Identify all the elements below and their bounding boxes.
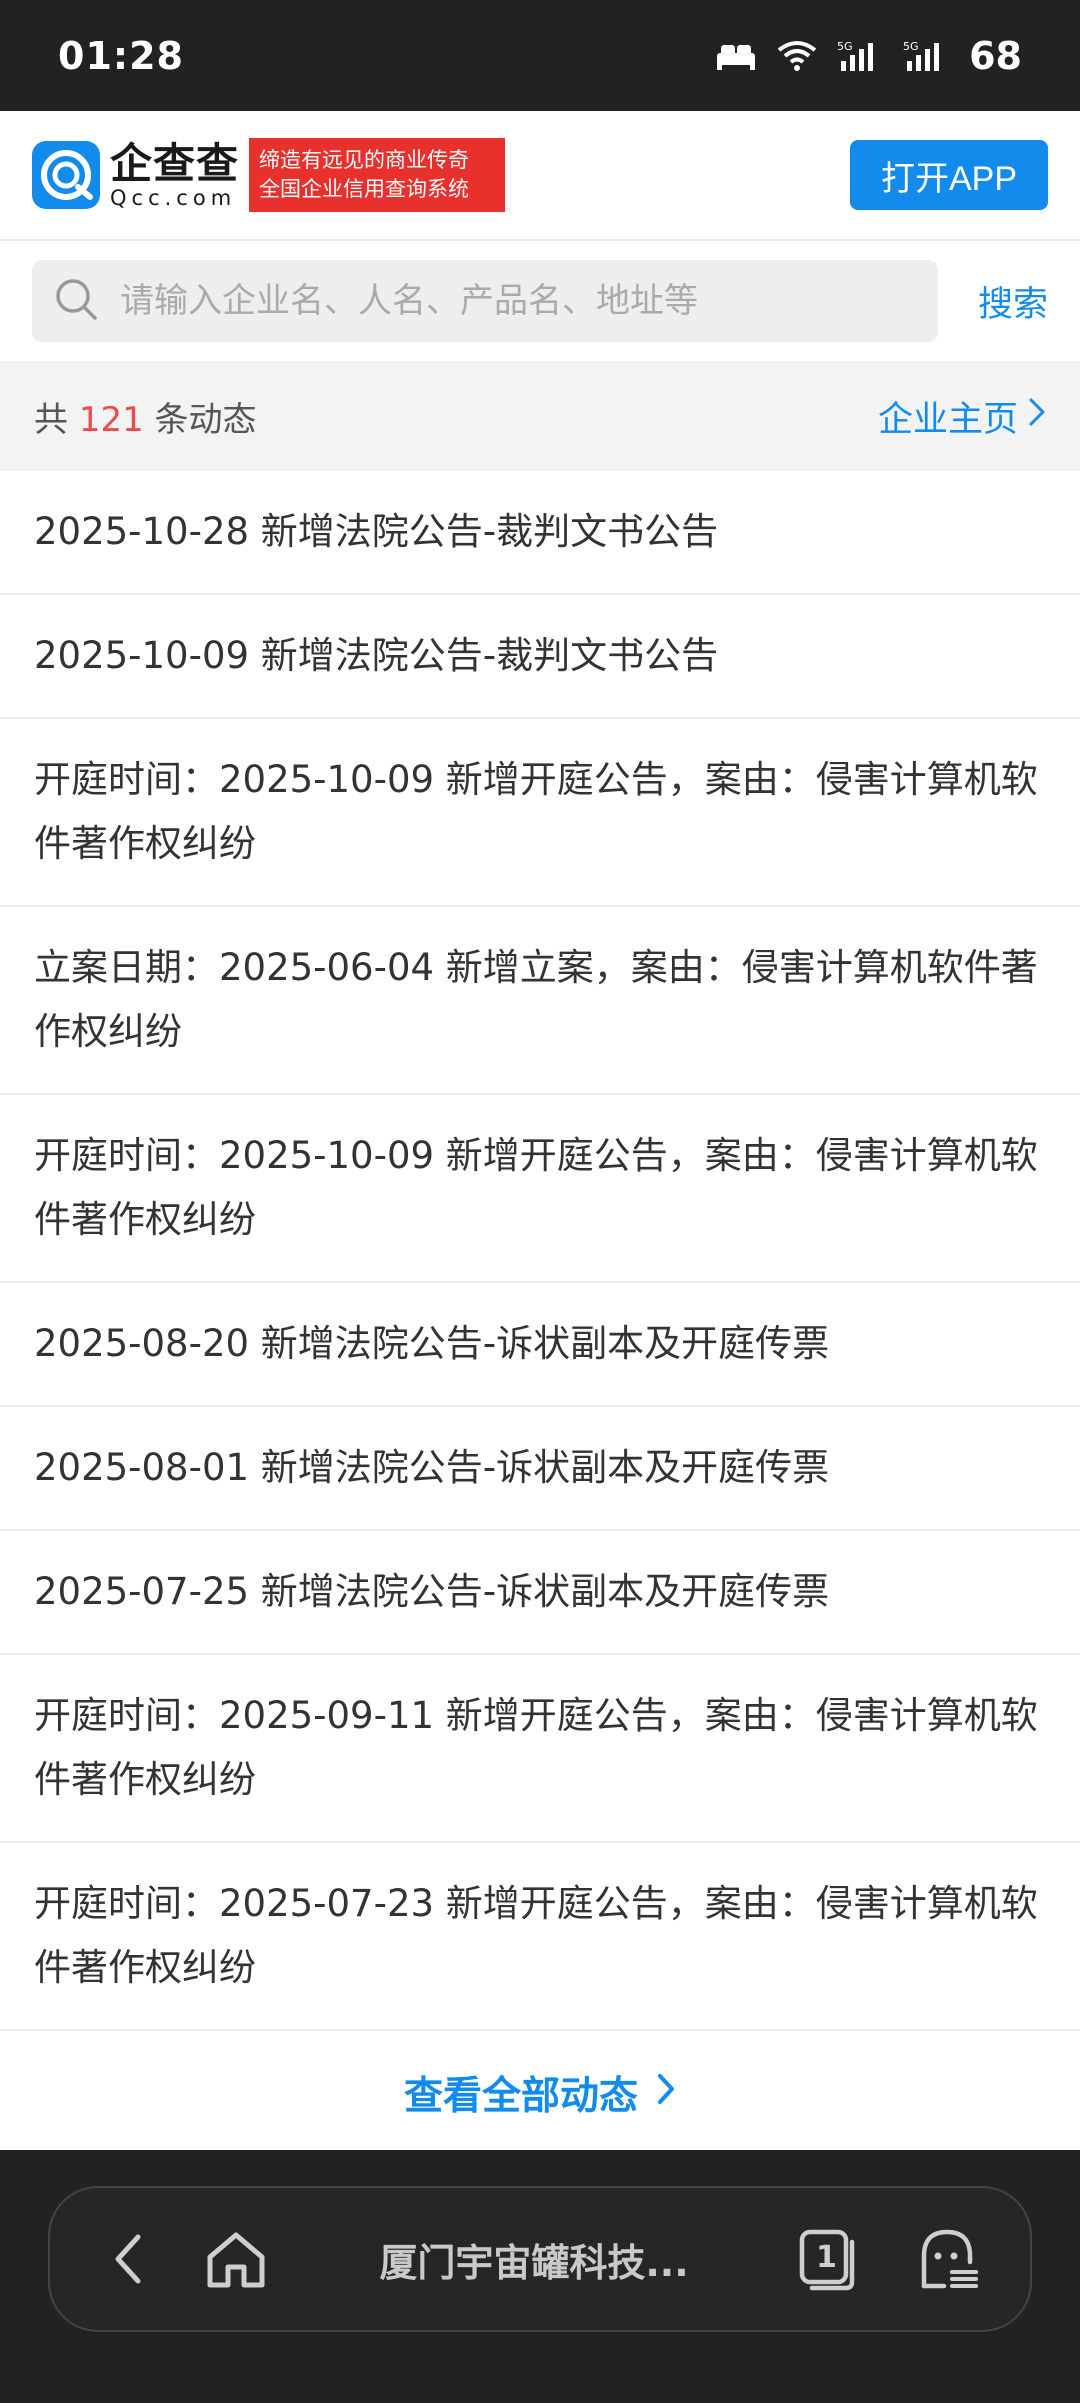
summary-prefix: 共 (34, 399, 68, 440)
battery-level: 68 (969, 33, 1022, 78)
menu-icon[interactable] (912, 2226, 982, 2292)
status-bar: 01:28 5G 5G 68 (0, 0, 1080, 111)
view-all-activity-link[interactable]: 查看全部动态 (0, 2036, 1080, 2150)
company-homepage-link[interactable]: 企业主页 (878, 391, 1046, 442)
list-item[interactable]: 开庭时间：2025-10-09 新增开庭公告，案由：侵害计算机软件著作权纠纷 (0, 1095, 1080, 1283)
list-item-text: 开庭时间：2025-10-09 新增开庭公告，案由：侵害计算机软件著作权纠纷 (34, 1134, 1038, 1241)
status-time: 01:28 (58, 33, 184, 78)
qcc-logo-icon[interactable] (32, 141, 100, 209)
summary-suffix: 条动态 (154, 399, 257, 440)
search-input[interactable] (120, 271, 916, 331)
signal-5g-icon: 5G (903, 39, 949, 73)
bed-icon (715, 41, 757, 71)
back-icon[interactable] (98, 2231, 158, 2287)
tabs-icon[interactable]: 1 (792, 2226, 862, 2292)
home-icon[interactable] (196, 2229, 276, 2289)
browser-toolbar: 厦门宇宙罐科技... 1 (48, 2186, 1032, 2332)
company-homepage-label: 企业主页 (877, 399, 1018, 440)
search-button[interactable]: 搜索 (978, 276, 1048, 327)
list-item[interactable]: 开庭时间：2025-10-09 新增开庭公告，案由：侵害计算机软件著作权纠纷 (0, 719, 1080, 907)
list-item-text: 开庭时间：2025-10-09 新增开庭公告，案由：侵害计算机软件著作权纠纷 (34, 758, 1038, 865)
slogan-line-2: 全国企业信用查询系统 (259, 177, 470, 201)
summary-bar: 共 121 条动态 企业主页 (0, 361, 1080, 471)
open-app-button[interactable]: 打开APP (850, 140, 1048, 210)
wifi-icon (777, 40, 817, 72)
list-item[interactable]: 2025-07-25 新增法院公告-诉状副本及开庭传票 (0, 1531, 1080, 1655)
logo-text: 企查查 Qcc.com (110, 139, 240, 210)
svg-text:5G: 5G (903, 40, 919, 53)
list-item-text: 2025-08-20 新增法院公告-诉状副本及开庭传票 (34, 1322, 830, 1365)
list-item-text: 2025-10-09 新增法院公告-裁判文书公告 (34, 634, 719, 677)
list-item[interactable]: 2025-10-09 新增法院公告-裁判文书公告 (0, 595, 1080, 719)
list-item[interactable]: 2025-08-20 新增法院公告-诉状副本及开庭传票 (0, 1283, 1080, 1407)
list-item-text: 2025-10-28 新增法院公告-裁判文书公告 (34, 510, 719, 553)
search-box[interactable] (32, 260, 938, 342)
list-item-text: 2025-08-01 新增法院公告-诉状副本及开庭传票 (34, 1446, 830, 1489)
list-item[interactable]: 开庭时间：2025-07-23 新增开庭公告，案由：侵害计算机软件著作权纠纷 (0, 1843, 1080, 2031)
list-item-text: 2025-07-25 新增法院公告-诉状副本及开庭传票 (34, 1570, 830, 1613)
tab-count: 1 (816, 2240, 837, 2275)
site-header: 企查查 Qcc.com 缔造有远见的商业传奇 全国企业信用查询系统 打开APP (0, 111, 1080, 241)
slogan-line-1: 缔造有远见的商业传奇 (259, 148, 470, 172)
list-item[interactable]: 开庭时间：2025-09-11 新增开庭公告，案由：侵害计算机软件著作权纠纷 (0, 1655, 1080, 1843)
list-item[interactable]: 立案日期：2025-06-04 新增立案，案由：侵害计算机软件著作权纠纷 (0, 907, 1080, 1095)
logo-name: 企查查 (110, 139, 240, 188)
chevron-right-icon (1028, 396, 1046, 436)
browser-bottom-bar: 厦门宇宙罐科技... 1 (0, 2150, 1080, 2403)
slogan-badge: 缔造有远见的商业传奇 全国企业信用查询系统 (249, 138, 506, 212)
logo-domain: Qcc.com (110, 186, 237, 210)
activity-feed: 2025-10-28 新增法院公告-裁判文书公告 2025-10-09 新增法院… (0, 471, 1080, 2031)
status-icons: 5G 5G 68 (715, 34, 1022, 78)
feed-count: 121 (78, 399, 144, 440)
view-all-label: 查看全部动态 (403, 2074, 638, 2119)
list-item-text: 立案日期：2025-06-04 新增立案，案由：侵害计算机软件著作权纠纷 (34, 946, 1038, 1053)
list-item-text: 开庭时间：2025-07-23 新增开庭公告，案由：侵害计算机软件著作权纠纷 (34, 1882, 1038, 1989)
page-title[interactable]: 厦门宇宙罐科技... (276, 2232, 792, 2287)
feed-count-summary: 共 121 条动态 (34, 392, 257, 441)
search-icon (54, 277, 98, 325)
signal-5g-icon: 5G (837, 39, 883, 73)
list-item[interactable]: 2025-10-28 新增法院公告-裁判文书公告 (0, 471, 1080, 595)
list-item-text: 开庭时间：2025-09-11 新增开庭公告，案由：侵害计算机软件著作权纠纷 (34, 1694, 1038, 1801)
search-row: 搜索 (0, 241, 1080, 361)
chevron-right-icon (656, 2071, 676, 2116)
list-item[interactable]: 2025-08-01 新增法院公告-诉状副本及开庭传票 (0, 1407, 1080, 1531)
svg-text:5G: 5G (837, 40, 853, 53)
